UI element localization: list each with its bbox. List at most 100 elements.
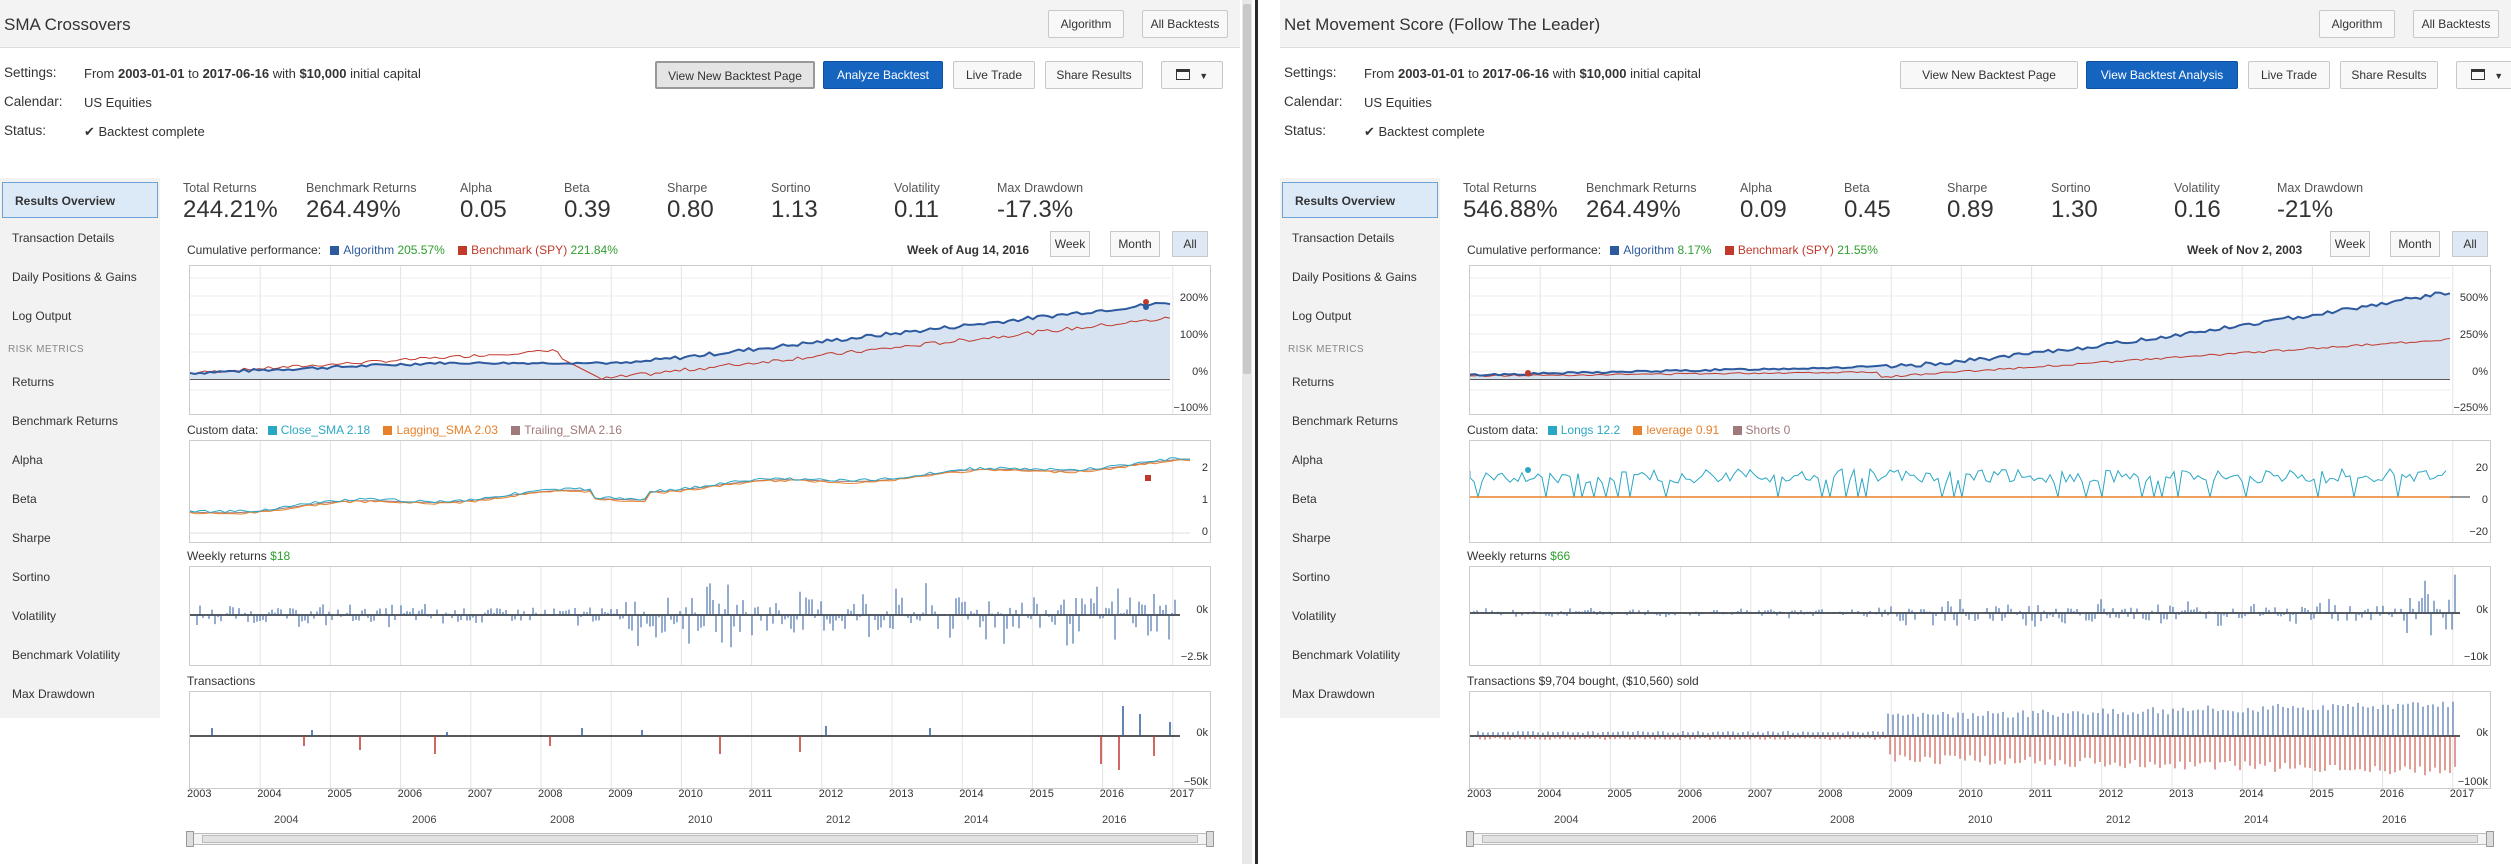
- legend-benchmark-value: 221.84%: [570, 243, 618, 257]
- weekly-returns-chart: 0k −10k: [1469, 566, 2491, 666]
- cumulative-performance-chart: 500% 250% 0% −250%: [1469, 265, 2491, 415]
- status-value: ✔ Backtest complete: [1364, 124, 1485, 139]
- sidebar-item-results-overview[interactable]: Results Overview: [1282, 182, 1438, 218]
- panel-header: SMA Crossovers Algorithm All Backtests: [0, 0, 1240, 48]
- sidebar-item-sharpe[interactable]: Sharpe: [0, 520, 160, 556]
- year-tick-2008: 2008: [1818, 788, 1843, 800]
- sidebar-item-beta[interactable]: Beta: [0, 481, 160, 517]
- sidebar-item-benchmark-returns[interactable]: Benchmark Returns: [0, 403, 160, 439]
- year-tick-2016: 2016: [1099, 788, 1125, 800]
- sidebar-item-volatility[interactable]: Volatility: [0, 598, 160, 634]
- legend-custom-0-value: 12.2: [1596, 423, 1621, 437]
- status-label: Status:: [1284, 123, 1327, 138]
- sidebar-item-max-drawdown[interactable]: Max Drawdown: [0, 676, 160, 712]
- navigator-handle-right[interactable]: [2486, 831, 2494, 847]
- transactions-label: Transactions: [187, 674, 256, 688]
- range-all-button[interactable]: All: [2452, 231, 2488, 257]
- settings-initial: initial capital: [350, 66, 421, 81]
- legend-custom-2: Shorts 0: [1732, 423, 1790, 437]
- sidebar-item-daily-positions[interactable]: Daily Positions & Gains: [0, 259, 160, 295]
- algorithm-area: [1470, 292, 2450, 379]
- range-week-button[interactable]: Week: [2330, 231, 2370, 257]
- sidebar-item-log-output[interactable]: Log Output: [0, 298, 160, 334]
- navigator-handle-right[interactable]: [1206, 831, 1214, 847]
- settings-start-date: 2003-01-01: [117, 66, 185, 81]
- backtest-panel-left: SMA Crossovers Algorithm All Backtests S…: [0, 0, 1240, 864]
- sidebar-item-sharpe[interactable]: Sharpe: [1280, 520, 1440, 556]
- range-all-button[interactable]: All: [1172, 231, 1208, 257]
- panel-header: Net Movement Score (Follow The Leader) A…: [1280, 0, 2511, 48]
- settings-initial: initial capital: [1630, 66, 1701, 81]
- legend-algorithm-swatch: [1610, 246, 1620, 255]
- year-tick-2014: 2014: [959, 788, 984, 800]
- vertical-scrollbar-thumb[interactable]: [1243, 4, 1251, 374]
- range-navigator[interactable]: [186, 831, 1214, 847]
- sidebar-item-daily-positions[interactable]: Daily Positions & Gains: [1280, 259, 1440, 295]
- legend-custom-2-name: Shorts: [1745, 423, 1781, 437]
- view-new-backtest-button[interactable]: View New Backtest Page: [1900, 61, 2078, 89]
- metric-benchmark-returns-value: 264.49%: [306, 196, 401, 223]
- hover-week-label: Week of Nov 2, 2003: [2187, 243, 2303, 257]
- view-new-backtest-button[interactable]: View New Backtest Page: [655, 61, 815, 89]
- sidebar-item-benchmark-volatility[interactable]: Benchmark Volatility: [0, 637, 160, 673]
- custom-data-legend: Custom data: Close_SMA 2.18 Lagging_SMA …: [187, 423, 622, 437]
- year-tick-2014: 2014: [2239, 788, 2264, 800]
- sidebar-item-returns[interactable]: Returns: [1280, 364, 1440, 400]
- transactions-chart-svg: [1470, 692, 2460, 788]
- sidebar-item-beta[interactable]: Beta: [1280, 481, 1440, 517]
- range-navigator[interactable]: [1466, 831, 2494, 847]
- range-month-button[interactable]: Month: [2390, 231, 2440, 257]
- share-results-button[interactable]: Share Results: [2340, 61, 2438, 89]
- year-tick-2006: 2006: [1677, 788, 1703, 800]
- range-month-button[interactable]: Month: [1110, 231, 1160, 257]
- sidebar-item-max-drawdown[interactable]: Max Drawdown: [1280, 676, 1440, 712]
- metric-total-returns-value: 244.21%: [183, 196, 278, 223]
- metric-alpha-value: 0.09: [1740, 196, 1787, 223]
- sidebar-item-alpha[interactable]: Alpha: [0, 442, 160, 478]
- hover-marker-benchmark: [1525, 370, 1531, 376]
- export-dropdown-button[interactable]: ▼: [1161, 61, 1223, 89]
- legend-benchmark-swatch: [458, 246, 468, 255]
- settings-value: From 2003-01-01 to 2017-06-16 with $10,0…: [84, 66, 421, 81]
- sidebar-item-alpha[interactable]: Alpha: [1280, 442, 1440, 478]
- year-tick-2009: 2009: [608, 788, 633, 800]
- live-trade-button[interactable]: Live Trade: [953, 61, 1035, 89]
- sidebar-item-benchmark-volatility[interactable]: Benchmark Volatility: [1280, 637, 1440, 673]
- custom-series-trailing: [189, 458, 1191, 514]
- all-backtests-button[interactable]: All Backtests: [2413, 10, 2499, 38]
- all-backtests-button[interactable]: All Backtests: [1142, 10, 1228, 38]
- hover-marker-algorithm: [1143, 304, 1149, 310]
- sidebar-item-transaction-details[interactable]: Transaction Details: [0, 220, 160, 256]
- year-tick-2006: 2006: [397, 788, 423, 800]
- live-trade-button[interactable]: Live Trade: [2248, 61, 2330, 89]
- algorithm-button[interactable]: Algorithm: [1048, 10, 1124, 38]
- legend-custom-2-value: 2.16: [598, 423, 622, 437]
- sidebar-item-volatility[interactable]: Volatility: [1280, 598, 1440, 634]
- sidebar-item-results-overview[interactable]: Results Overview: [2, 182, 158, 218]
- sidebar-item-transaction-details[interactable]: Transaction Details: [1280, 220, 1440, 256]
- custom-chart-svg: [1469, 441, 2470, 542]
- range-week-button[interactable]: Week: [1050, 231, 1090, 257]
- navigator-scroll-thumb[interactable]: [202, 835, 1198, 843]
- metric-total-returns-label: Total Returns: [183, 181, 257, 195]
- cumulative-chart-svg: [1469, 266, 2454, 414]
- analyze-backtest-button[interactable]: View Backtest Analysis: [2086, 61, 2238, 89]
- sidebar-item-sortino[interactable]: Sortino: [1280, 559, 1440, 595]
- metric-sharpe-value: 0.89: [1947, 196, 1994, 223]
- sidebar-item-log-output[interactable]: Log Output: [1280, 298, 1440, 334]
- analyze-backtest-button[interactable]: Analyze Backtest: [823, 61, 943, 89]
- navigator-handle-left[interactable]: [1466, 831, 1474, 847]
- navigator-handle-left[interactable]: [186, 831, 194, 847]
- sidebar-item-benchmark-returns[interactable]: Benchmark Returns: [1280, 403, 1440, 439]
- status-value: ✔ Backtest complete: [84, 124, 205, 139]
- export-dropdown-button[interactable]: ▼: [2456, 61, 2511, 89]
- navigator-scroll-thumb[interactable]: [1482, 835, 2478, 843]
- nav-year-tick-2014: 2014: [2244, 814, 2269, 826]
- share-results-button[interactable]: Share Results: [1045, 61, 1143, 89]
- settings-value: From 2003-01-01 to 2017-06-16 with $10,0…: [1364, 66, 1701, 81]
- algorithm-button[interactable]: Algorithm: [2319, 10, 2395, 38]
- sidebar-item-returns[interactable]: Returns: [0, 364, 160, 400]
- sidebar-item-sortino[interactable]: Sortino: [0, 559, 160, 595]
- custom-series-longs: [1469, 467, 2447, 499]
- year-tick-2003: 2003: [1467, 788, 1492, 800]
